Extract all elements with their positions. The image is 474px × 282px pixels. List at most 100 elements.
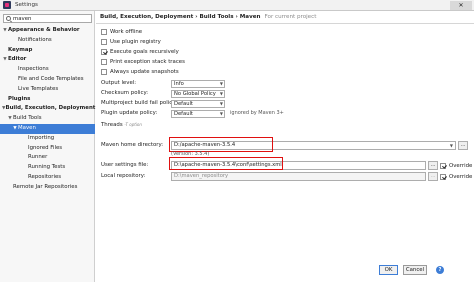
- tree-item-label: Remote Jar Repositories: [13, 183, 78, 190]
- user-settings-override[interactable]: Override: [440, 161, 472, 170]
- tree-item-label: Maven: [18, 124, 36, 131]
- tree-item[interactable]: ▼ Maven: [0, 123, 95, 134]
- checkbox[interactable]: [101, 48, 107, 55]
- tree-item[interactable]: Importing: [0, 134, 95, 144]
- output-level-value: Info: [174, 81, 184, 87]
- chevron-down-icon: ▼: [219, 91, 223, 96]
- checkbox[interactable]: [101, 28, 107, 35]
- search-input[interactable]: [13, 15, 83, 22]
- tree-item[interactable]: Ignored Files: [0, 144, 95, 154]
- checkbox[interactable]: [440, 173, 446, 180]
- tree-item[interactable]: ▼ Editor: [0, 55, 95, 65]
- override-label: Override: [449, 173, 473, 180]
- tree-item-label: Live Templates: [18, 85, 59, 92]
- maven-home-browse-button[interactable]: ...: [458, 141, 468, 150]
- ok-button[interactable]: OK: [379, 265, 398, 275]
- local-repository-field[interactable]: D:\maven_repository: [171, 172, 426, 181]
- scope-note: For current project: [264, 14, 317, 20]
- tree-item-label: Running Tests: [28, 164, 66, 171]
- checkbox[interactable]: [101, 38, 107, 45]
- local-repository-label: Local repository:: [101, 173, 146, 179]
- tree-item[interactable]: ▼ Build Tools: [0, 114, 95, 124]
- checkbox[interactable]: [101, 59, 107, 66]
- tree-item-label: Repositories: [28, 173, 62, 180]
- local-repository-override[interactable]: Override: [440, 172, 472, 181]
- override-label: Override: [449, 162, 473, 169]
- plugin-update-policy-label: Plugin update policy:: [101, 110, 158, 116]
- settings-tree: ▼ Appearance & Behavior Notifications Keyma…: [0, 26, 95, 193]
- plugin-update-hint: ignored by Maven 3+: [230, 110, 284, 116]
- threads-text: Threads: [101, 122, 123, 128]
- local-repository-browse-button[interactable]: ...: [428, 172, 438, 181]
- output-level-label: Output level:: [101, 80, 137, 86]
- option-label: Execute goals recursively: [110, 48, 179, 55]
- tree-item-label: Notifications: [18, 36, 52, 43]
- tree-item[interactable]: File and Code Templates: [0, 75, 95, 85]
- tree-item[interactable]: Live Templates: [0, 85, 95, 95]
- window-title: Settings: [15, 2, 38, 8]
- plugin-update-policy-value: Default: [174, 111, 193, 117]
- option-checkbox-row[interactable]: Execute goals recursively: [101, 47, 179, 56]
- maven-settings-panel: Build, Execution, Deployment › Build Too…: [96, 11, 474, 282]
- user-settings-browse-button[interactable]: ...: [428, 161, 438, 170]
- search-icon: [6, 16, 11, 21]
- tree-item[interactable]: Notifications: [0, 36, 95, 46]
- tree-item[interactable]: Keymap: [0, 46, 95, 56]
- option-checkbox-row[interactable]: Work offline: [101, 27, 142, 36]
- tree-item-label: Inspections: [18, 66, 49, 73]
- threads-hint: -T option: [124, 122, 142, 127]
- tree-item-label: Build Tools: [13, 115, 42, 122]
- tree-item-label: Plugins: [8, 95, 31, 102]
- chevron-down-icon: ▼: [449, 143, 453, 148]
- tree-item-label: Editor: [8, 56, 27, 63]
- settings-search[interactable]: [3, 14, 92, 23]
- checksum-policy-value: No Global Policy: [174, 91, 216, 97]
- output-level-select[interactable]: Info ▼: [171, 80, 225, 88]
- multiproject-policy-value: Default: [174, 101, 193, 107]
- tree-item[interactable]: ▼ Appearance & Behavior: [0, 26, 95, 36]
- multiproject-policy-label: Multiproject build fail policy:: [101, 100, 177, 106]
- checkbox[interactable]: [101, 69, 107, 76]
- option-checkbox-row[interactable]: Use plugin registry: [101, 37, 161, 46]
- cancel-button[interactable]: Cancel: [403, 265, 427, 275]
- chevron-down-icon: ▼: [219, 101, 223, 106]
- tree-item-label: Build, Execution, Deployment: [5, 105, 96, 112]
- chevron-down-icon: ▼: [219, 81, 223, 86]
- tree-item[interactable]: Remote Jar Repositories: [0, 183, 95, 193]
- help-icon[interactable]: ?: [436, 266, 444, 274]
- plugin-update-policy-select[interactable]: Default ▼: [171, 110, 225, 118]
- tree-item[interactable]: Plugins: [0, 95, 95, 105]
- tree-item-label: Runner: [28, 154, 48, 161]
- close-button[interactable]: ✕: [450, 1, 472, 10]
- checksum-policy-select[interactable]: No Global Policy ▼: [171, 90, 225, 98]
- tree-item[interactable]: ▼ Build, Execution, Deployment: [0, 104, 95, 114]
- settings-nav-pane: ▼Appearance & BehaviorNotifications Keyma…: [0, 11, 95, 282]
- tree-item-label: Ignored Files: [28, 144, 63, 151]
- option-label: Work offline: [110, 28, 143, 35]
- option-label: Print exception stack traces: [110, 59, 185, 66]
- highlight-box: [169, 157, 283, 170]
- breadcrumb: Build, Execution, Deployment › Build Too…: [100, 13, 316, 22]
- tree-item-label: Keymap: [8, 46, 33, 53]
- breadcrumb-path: Build, Execution, Deployment › Build Too…: [100, 14, 261, 20]
- checkbox[interactable]: [440, 162, 446, 169]
- option-checkbox-row[interactable]: Print exception stack traces: [101, 58, 185, 67]
- checksum-policy-label: Checksum policy:: [101, 90, 149, 96]
- maven-home-label: Maven home directory:: [101, 142, 164, 148]
- option-checkbox-row[interactable]: Always update snapshots: [101, 68, 179, 77]
- threads-label: Threads -T option: [101, 120, 142, 129]
- tree-item-label: Importing: [28, 134, 55, 141]
- multiproject-policy-select[interactable]: Default ▼: [171, 100, 225, 108]
- app-logo-icon: [3, 1, 11, 9]
- option-label: Always update snapshots: [110, 69, 179, 76]
- local-repository-value: D:\maven_repository: [174, 173, 229, 179]
- tree-item[interactable]: Runner: [0, 153, 95, 163]
- chevron-down-icon: ▼: [219, 111, 223, 116]
- tree-item[interactable]: Inspections: [0, 65, 95, 75]
- tree-item[interactable]: Running Tests: [0, 163, 95, 173]
- tree-item-label: Appearance & Behavior: [8, 27, 80, 33]
- header-divider: [96, 23, 474, 24]
- tree-item[interactable]: Repositories: [0, 173, 95, 183]
- tree-item-label: File and Code Templates: [18, 75, 84, 82]
- option-label: Use plugin registry: [110, 38, 161, 45]
